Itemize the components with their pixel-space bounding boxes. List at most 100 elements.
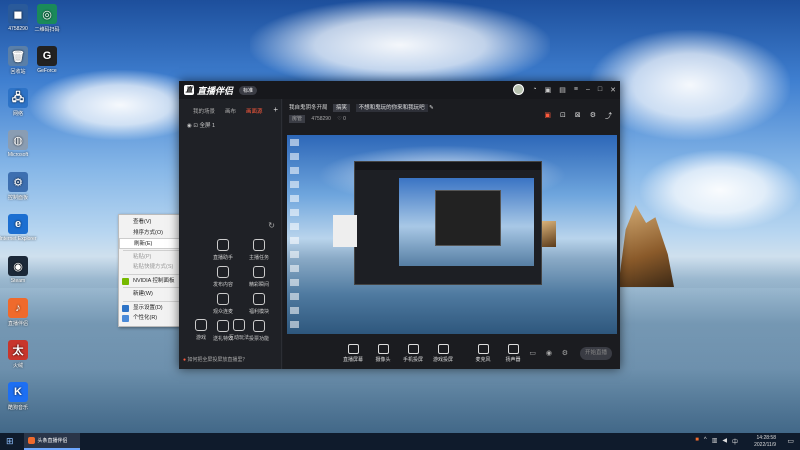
source-button[interactable]: 手机投屏 bbox=[399, 344, 427, 363]
go-live-button[interactable]: 开始直播 bbox=[580, 347, 612, 360]
app-window: 直 直播伴侣 标准 ◔ ▣ ▤ ≡ – □ ✕ 我的场景 画布 画面源 ◉ ⊡ … bbox=[179, 81, 620, 369]
source-button[interactable]: 直播屏幕 bbox=[339, 344, 367, 363]
headset-icon[interactable]: ◔ bbox=[532, 86, 536, 93]
desktop-icon[interactable]: ◉ Steam bbox=[0, 256, 39, 284]
bottom-toolbar: 直播屏幕 摄像头 手机投屏 游戏投屏 麦克风 扬声器 ▭ ◉ ⚙ 开始直播 bbox=[283, 338, 620, 369]
volume-icon[interactable]: ◀ bbox=[722, 437, 727, 446]
app-icon: e bbox=[8, 214, 28, 234]
tab-sources[interactable]: 画面源 bbox=[246, 107, 263, 115]
tool-button[interactable]: 互动玩法 bbox=[223, 319, 255, 341]
source-button[interactable]: 游戏投屏 bbox=[429, 344, 457, 363]
taskbar: ⊞ 头条直播伴侣 ■ ^ ▥ ◀ 中 14:28:58 2022/11/9 ▭ bbox=[0, 433, 800, 450]
tool-icon bbox=[253, 239, 265, 251]
lock-icon[interactable]: ⊠ bbox=[575, 111, 581, 121]
tool-button[interactable]: 观众连麦 bbox=[207, 293, 239, 315]
tool-label: 直播助手 bbox=[212, 255, 233, 261]
window-controls: ◔ ▣ ▤ ≡ – □ ✕ bbox=[513, 84, 616, 95]
app-icon: 太 bbox=[8, 340, 28, 360]
left-tabs: 我的场景 画布 画面源 bbox=[179, 99, 281, 115]
start-icon[interactable]: ⊞ bbox=[6, 436, 14, 447]
tool-button[interactable]: 主播任务 bbox=[243, 239, 275, 261]
tool-button[interactable]: 发布内容 bbox=[207, 266, 239, 288]
desktop-icon-label: 火绒 bbox=[12, 363, 23, 369]
title-bar: 直 直播伴侣 标准 ◔ ▣ ▤ ≡ – □ ✕ bbox=[179, 81, 620, 99]
clock[interactable]: 14:28:58 2022/11/9 bbox=[754, 435, 776, 448]
tool-icon bbox=[195, 319, 207, 331]
avatar[interactable] bbox=[513, 84, 525, 95]
source-label: 手机投屏 bbox=[402, 357, 423, 363]
eye-toggle-icon[interactable]: ◉ bbox=[546, 349, 552, 357]
category-tag[interactable]: 搞笑 bbox=[333, 104, 351, 112]
tab-scenes[interactable]: 我的场景 bbox=[193, 107, 215, 115]
desktop-icon-label: Microsoft bbox=[7, 152, 29, 158]
settings-icon[interactable]: ⚙ bbox=[590, 111, 596, 121]
task-icon[interactable]: ▣ bbox=[544, 111, 551, 121]
source-icon bbox=[347, 344, 359, 354]
add-source-icon[interactable]: + bbox=[273, 105, 278, 114]
chevron-up-icon[interactable]: ^ bbox=[704, 437, 707, 446]
desktop-icon[interactable]: e Internet Explorer bbox=[0, 214, 39, 242]
share-icon[interactable]: ⤴ bbox=[605, 111, 612, 121]
unlock-icon[interactable]: ⊡ bbox=[560, 111, 566, 121]
menu-icon[interactable]: ≡ bbox=[574, 86, 578, 93]
desktop-icon-label: 酷狗音乐 bbox=[7, 405, 28, 411]
tool-icon bbox=[217, 239, 229, 251]
app-icon: K bbox=[8, 382, 28, 402]
close-icon[interactable]: ✕ bbox=[610, 86, 616, 94]
scene-label: 全屏 1 bbox=[199, 123, 216, 129]
tool-button[interactable]: 游戏 bbox=[185, 319, 217, 341]
menu-item-icon bbox=[122, 277, 129, 285]
refresh-icon[interactable]: ↻ bbox=[268, 221, 275, 230]
maximize-icon[interactable]: □ bbox=[598, 86, 602, 93]
tool-label: 福利模块 bbox=[248, 309, 269, 315]
notification-icon[interactable]: ▭ bbox=[787, 437, 794, 445]
taskbar-app[interactable]: 头条直播伴侣 bbox=[23, 433, 80, 450]
tool-button[interactable]: 福利模块 bbox=[243, 293, 275, 315]
desktop-icon[interactable]: K 酷狗音乐 bbox=[0, 382, 39, 411]
top-tools: ▣ ⊡ ⊠ ⚙ ⤴ bbox=[544, 111, 612, 121]
message-icon[interactable]: ▤ bbox=[559, 86, 566, 94]
scene-row[interactable]: ◉ ⊡ 全屏 1 bbox=[187, 121, 215, 129]
gift-icon[interactable]: ▣ bbox=[545, 86, 552, 94]
stream-preview[interactable] bbox=[287, 135, 617, 334]
source-button[interactable]: 摄像头 bbox=[369, 344, 397, 363]
tray-icons: ■ ^ ▥ ◀ 中 bbox=[695, 437, 738, 446]
source-icon bbox=[507, 344, 519, 354]
tray-app-icon[interactable]: ■ bbox=[695, 437, 699, 446]
stream-subtitle[interactable]: 不想和鬼玩的你来和我玩吧 bbox=[355, 104, 428, 112]
desktop-icon-label: 控制面板 bbox=[7, 195, 28, 201]
desktop-icon[interactable]: 🖧 网络 bbox=[0, 88, 39, 117]
host-badge: 房管 bbox=[289, 115, 306, 123]
followers-icon: ♡ bbox=[337, 116, 342, 122]
version-badge[interactable]: 标准 bbox=[239, 85, 258, 95]
source-button[interactable]: 扬声器 bbox=[499, 344, 527, 363]
desktop-icon[interactable]: ◍ Microsoft bbox=[0, 130, 39, 158]
desktop-icon[interactable]: 太火绒 bbox=[0, 340, 39, 369]
tool-button[interactable]: 精彩瞬间 bbox=[243, 266, 275, 288]
app-icon: ◍ bbox=[8, 130, 28, 150]
preview-nested-window bbox=[354, 161, 542, 285]
cloud bbox=[250, 0, 550, 90]
tab-canvas[interactable]: 画布 bbox=[225, 107, 236, 115]
help-notice[interactable]: ● 如何把全屏投屏放直播里？ bbox=[183, 356, 247, 363]
desktop-icon[interactable]: ♪ 直播伴侣 bbox=[0, 298, 39, 327]
tool-button[interactable]: 直播助手 bbox=[207, 239, 239, 261]
desktop-icon[interactable]: ⚙ 控制面板 bbox=[0, 172, 39, 201]
network-icon[interactable]: ▥ bbox=[712, 437, 718, 446]
stream-info: 我自鬼阴冬开局 搞笑 不想和鬼玩的你来和我玩吧 ✎ bbox=[289, 103, 434, 112]
source-button[interactable]: 麦克风 bbox=[469, 344, 497, 363]
source-label: 直播屏幕 bbox=[342, 357, 363, 363]
edit-icon[interactable]: ✎ bbox=[429, 105, 434, 111]
ime-icon[interactable]: 中 bbox=[732, 437, 738, 446]
minimize-icon[interactable]: – bbox=[586, 86, 590, 93]
camera-flip-icon[interactable]: ▭ bbox=[529, 349, 536, 357]
stream-title[interactable]: 我自鬼阴冬开局 bbox=[289, 105, 328, 111]
source-label: 麦克风 bbox=[475, 357, 491, 363]
eye-icon[interactable]: ◉ bbox=[187, 123, 192, 129]
desktop-icon-label: GeForce bbox=[37, 68, 57, 74]
desktop-icon[interactable]: G GeForce bbox=[26, 46, 68, 74]
desktop-icon[interactable]: ◎ 二维码扫码 bbox=[26, 4, 68, 33]
lock-icon[interactable]: ⊡ bbox=[193, 123, 198, 129]
app-icon: ◉ bbox=[8, 256, 28, 276]
settings-gear-icon[interactable]: ⚙ bbox=[562, 349, 568, 357]
